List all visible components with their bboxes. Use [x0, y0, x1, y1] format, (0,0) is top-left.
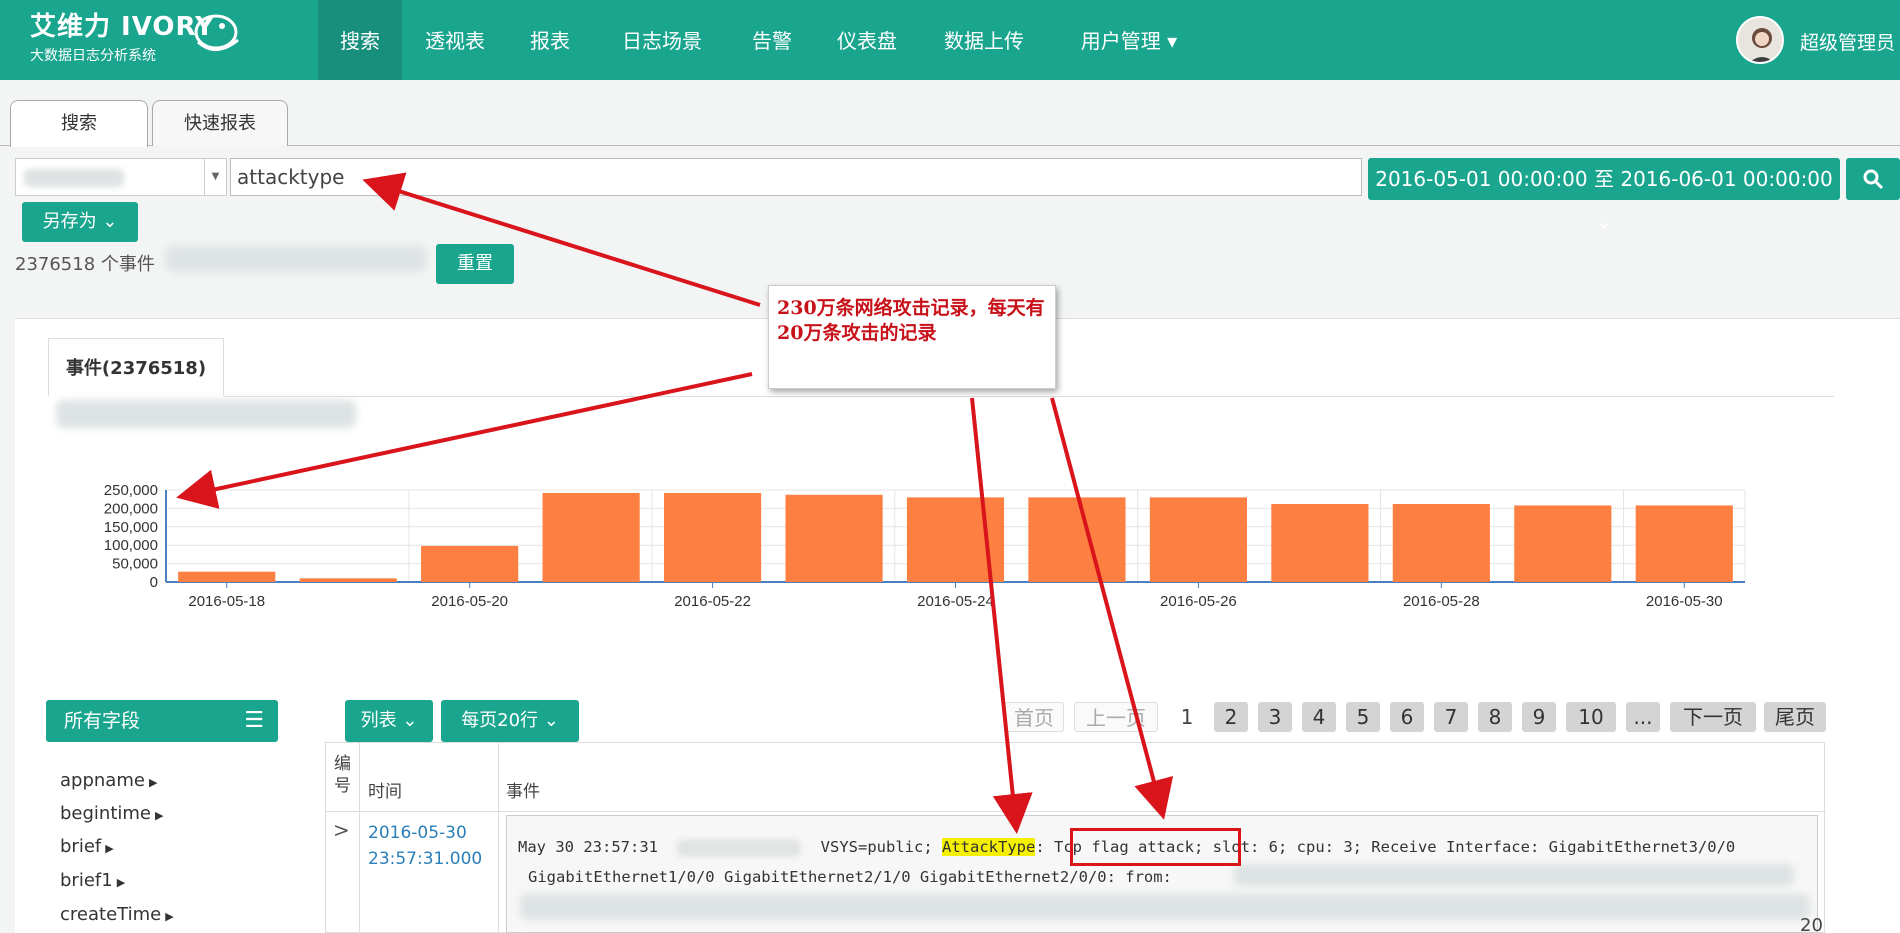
- chart-bar: [178, 571, 276, 582]
- corner-number: 20: [1800, 915, 1823, 933]
- y-tick-label: 250,000: [104, 482, 158, 499]
- page-first[interactable]: 首页: [1004, 702, 1064, 732]
- all-fields-label: 所有字段: [64, 710, 141, 732]
- field-item[interactable]: begintime ▶: [60, 803, 163, 824]
- y-tick-label: 0: [150, 574, 158, 591]
- annotation-text: 230万条网络攻击记录，每天有20万条攻击的记录: [777, 297, 1045, 344]
- page-ellipsis[interactable]: ...: [1626, 702, 1660, 732]
- page-10[interactable]: 10: [1566, 702, 1616, 732]
- x-tick-label: 2016-05-26: [1160, 593, 1237, 610]
- y-tick-label: 150,000: [104, 519, 158, 536]
- row-time-clock: 23:57:31.000: [368, 849, 483, 869]
- attack-value-highlight-box: [1070, 828, 1241, 866]
- chart-bar: [906, 497, 1005, 582]
- x-tick-label: 2016-05-24: [917, 593, 994, 610]
- page-2[interactable]: 2: [1214, 702, 1248, 732]
- field-item[interactable]: createTime ▶: [60, 904, 174, 925]
- field-label: createTime: [60, 904, 162, 925]
- event-colon: :: [1035, 838, 1045, 856]
- page-6[interactable]: 6: [1390, 702, 1424, 732]
- event-line-2: GigabitEthernet1/0/0 GigabitEthernet2/1/…: [528, 868, 1172, 886]
- page-8[interactable]: 8: [1478, 702, 1512, 732]
- page-5[interactable]: 5: [1346, 702, 1380, 732]
- field-label: appname: [60, 770, 145, 791]
- page-1[interactable]: 1: [1170, 702, 1204, 732]
- chart-bar: [1028, 497, 1126, 582]
- rows-per-page-button[interactable]: 每页20行 ⌄: [441, 700, 579, 742]
- caret-right-icon: ▶: [116, 876, 126, 889]
- y-tick-label: 200,000: [104, 500, 158, 517]
- blurred-host: [677, 838, 802, 857]
- chart-bar: [1635, 505, 1733, 582]
- column-header-event: 事件: [506, 782, 540, 802]
- column-header-time: 时间: [368, 782, 402, 802]
- blurred-event-text: [520, 894, 1810, 920]
- chart-bar: [1392, 503, 1490, 582]
- field-item[interactable]: appname ▶: [60, 770, 157, 791]
- field-label: brief: [60, 836, 102, 857]
- page-9[interactable]: 9: [1522, 702, 1556, 732]
- blurred-event-text: [1234, 864, 1794, 886]
- x-tick-label: 2016-05-20: [431, 593, 508, 610]
- row-time-date: 2016-05-30: [368, 823, 467, 843]
- caret-right-icon: ▶: [165, 910, 174, 923]
- y-tick-label: 50,000: [112, 556, 158, 573]
- chart-bar: [1149, 497, 1248, 582]
- caret-right-icon: ▶: [155, 809, 164, 822]
- annotation-callout: 230万条网络攻击记录，每天有20万条攻击的记录: [768, 285, 1056, 389]
- y-tick-label: 100,000: [104, 537, 158, 554]
- column-divider: [359, 743, 360, 933]
- x-tick-label: 2016-05-18: [188, 593, 265, 610]
- all-fields-header[interactable]: 所有字段 ☰: [46, 700, 278, 742]
- chart-bar: [1271, 503, 1369, 582]
- highlighted-attacktype: AttackType: [942, 838, 1036, 856]
- chart-bar: [542, 492, 640, 582]
- list-view-button[interactable]: 列表 ⌄: [345, 700, 433, 742]
- chart-bar: [785, 494, 883, 582]
- x-tick-label: 2016-05-30: [1646, 593, 1723, 610]
- caret-right-icon: ▶: [105, 842, 114, 855]
- chart-bar: [663, 492, 762, 582]
- hamburger-menu-icon[interactable]: ☰: [244, 700, 264, 742]
- x-tick-label: 2016-05-28: [1403, 593, 1480, 610]
- event-vsys: VSYS=public;: [820, 838, 933, 856]
- page-4[interactable]: 4: [1302, 702, 1336, 732]
- page-3[interactable]: 3: [1258, 702, 1292, 732]
- page-last[interactable]: 尾页: [1764, 702, 1826, 732]
- event-timestamp: May 30 23:57:31: [518, 838, 658, 856]
- column-divider: [498, 743, 499, 933]
- page-7[interactable]: 7: [1434, 702, 1468, 732]
- column-header-number: 编号: [334, 754, 351, 796]
- expand-row-chevron-icon[interactable]: >: [333, 818, 350, 842]
- caret-right-icon: ▶: [148, 776, 158, 789]
- chart-bar: [299, 578, 397, 582]
- page-next[interactable]: 下一页: [1670, 702, 1756, 732]
- field-item[interactable]: brief1 ▶: [60, 870, 125, 891]
- chart-bar: [1514, 505, 1612, 582]
- event-interfaces: GigabitEthernet1/0/0 GigabitEthernet2/1/…: [528, 868, 1172, 886]
- row-time[interactable]: 2016-05-30 23:57:31.000: [368, 820, 482, 872]
- x-tick-label: 2016-05-22: [674, 593, 751, 610]
- field-label: begintime: [60, 803, 152, 824]
- event-details: slot: 6; cpu: 3; Receive Interface: Giga…: [1212, 838, 1736, 856]
- field-label: brief1: [60, 870, 113, 891]
- field-item[interactable]: brief ▶: [60, 836, 114, 857]
- chart-bar: [421, 545, 519, 582]
- header-divider: [326, 811, 1826, 812]
- page-prev[interactable]: 上一页: [1074, 702, 1158, 732]
